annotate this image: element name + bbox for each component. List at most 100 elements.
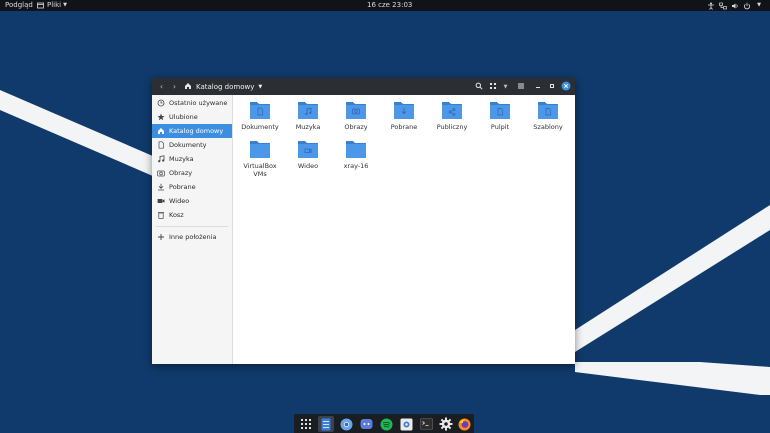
settings-gear-icon	[439, 417, 453, 431]
folder-label: Muzyka	[295, 123, 321, 131]
folder-item[interactable]: VirtualBox VMs	[236, 139, 284, 178]
music-icon	[157, 155, 165, 163]
search-button[interactable]	[472, 80, 485, 93]
folder-icon	[346, 141, 366, 158]
network-icon[interactable]	[718, 0, 728, 11]
clock-icon	[157, 99, 165, 107]
chevron-right-icon: ›	[172, 82, 177, 91]
folder-item[interactable]: Obrazy	[332, 100, 380, 131]
top-panel: Podgląd Pliki ▼ 16 cze 23:03 ▼	[0, 0, 770, 11]
terminal-icon	[419, 418, 433, 430]
sidebar-divider	[156, 226, 228, 227]
video-icon	[157, 197, 165, 205]
preview-label: Podgląd	[5, 1, 33, 9]
volume-icon[interactable]	[730, 0, 740, 11]
maximize-button[interactable]	[545, 80, 558, 93]
files-app-menu[interactable]: Pliki ▼	[35, 0, 67, 11]
header-bar: ‹ › Katalog domowy ▼ ▼	[152, 78, 575, 95]
sidebar-item-label: Wideo	[169, 197, 190, 205]
home-icon	[184, 82, 192, 92]
clock-label: 16 cze 23:03	[367, 1, 413, 9]
dock-app-firefox[interactable]	[456, 416, 472, 432]
close-button[interactable]	[559, 80, 572, 93]
firefox-icon	[458, 418, 470, 430]
sidebar-item-label: Ulubione	[169, 113, 198, 121]
tray-menu-arrow-icon[interactable]: ▼	[754, 0, 764, 11]
chevron-left-icon: ‹	[159, 82, 164, 91]
sidebar-item-home[interactable]: Katalog domowy	[152, 124, 232, 138]
search-icon	[475, 82, 483, 92]
folder-label: Wideo	[297, 162, 319, 170]
folder-label: Dokumenty	[241, 123, 279, 131]
file-manager-icon	[35, 0, 45, 11]
home-icon	[157, 127, 165, 135]
minimize-icon	[534, 82, 542, 92]
dock-app-spotify[interactable]	[378, 416, 394, 432]
path-bar[interactable]: Katalog domowy ▼	[184, 81, 262, 92]
sidebar-item-favorites[interactable]: Ulubione	[152, 110, 232, 124]
sidebar-item-recent[interactable]: Ostatnio używane	[152, 96, 232, 110]
dock-app-grid[interactable]	[298, 416, 314, 432]
back-button[interactable]: ‹	[155, 80, 168, 93]
path-dropdown-icon: ▼	[258, 83, 263, 90]
menu-arrow-icon: ▼	[63, 2, 67, 8]
dock-app-files[interactable]	[318, 416, 334, 432]
dock	[294, 414, 474, 433]
folder-music-icon	[298, 102, 318, 119]
folder-label: xray-16	[343, 162, 369, 170]
sidebar-item-label: Muzyka	[169, 155, 194, 163]
dock-app-browser[interactable]	[338, 416, 354, 432]
clock[interactable]: 16 cze 23:03	[367, 0, 412, 11]
files-menu-label: Pliki	[47, 1, 62, 9]
sidebar-item-documents[interactable]: Dokumenty	[152, 138, 232, 152]
plus-icon	[157, 233, 165, 241]
star-icon	[157, 113, 165, 121]
sidebar-item-label: Obrazy	[169, 169, 193, 177]
screenshot-tool-icon	[400, 418, 412, 430]
sidebar-item-label: Pobrane	[169, 183, 196, 191]
view-options-button[interactable]: ▼	[499, 80, 512, 93]
folder-item[interactable]: Wideo	[284, 139, 332, 170]
sidebar-item-music[interactable]: Muzyka	[152, 152, 232, 166]
download-icon	[157, 183, 165, 191]
folder-item[interactable]: Publiczny	[428, 100, 476, 131]
sidebar-item-label: Dokumenty	[169, 141, 207, 149]
dock-app-terminal[interactable]	[418, 416, 434, 432]
system-tray: ▼	[706, 0, 764, 11]
folder-item[interactable]: Pobrane	[380, 100, 428, 131]
folder-videos-icon	[298, 141, 318, 158]
folder-documents-icon	[250, 102, 270, 119]
folder-item[interactable]: Szablony	[524, 100, 572, 131]
sidebar-item-label: Katalog domowy	[169, 127, 224, 135]
forward-button[interactable]: ›	[168, 80, 181, 93]
path-label: Katalog domowy	[196, 82, 255, 91]
sidebar-item-other-locations[interactable]: Inne położenia	[152, 230, 232, 244]
spotify-icon	[380, 418, 392, 430]
dock-app-screenshot[interactable]	[398, 416, 414, 432]
folder-item[interactable]: xray-16	[332, 139, 380, 170]
sidebar-item-trash[interactable]: Kosz	[152, 208, 232, 222]
preview-menu[interactable]: Podgląd	[5, 0, 33, 11]
folder-icon	[250, 141, 270, 158]
minimize-button[interactable]	[531, 80, 544, 93]
close-icon	[561, 81, 571, 93]
file-view: Dokumenty Muzyka Obrazy Pobrane Publiczn…	[233, 95, 575, 364]
folder-label: Pulpit	[490, 123, 510, 131]
folder-downloads-icon	[394, 102, 414, 119]
sidebar-item-downloads[interactable]: Pobrane	[152, 180, 232, 194]
folder-item[interactable]: Dokumenty	[236, 100, 284, 131]
view-mode-button[interactable]	[486, 80, 499, 93]
dock-app-discord[interactable]	[358, 416, 374, 432]
folder-item[interactable]: Muzyka	[284, 100, 332, 131]
menu-button[interactable]	[514, 80, 527, 93]
hamburger-menu-icon	[517, 82, 525, 92]
sidebar-item-pictures[interactable]: Obrazy	[152, 166, 232, 180]
dock-app-settings[interactable]	[438, 416, 454, 432]
sidebar-item-label: Kosz	[169, 211, 184, 219]
power-icon[interactable]	[742, 0, 752, 11]
sidebar-item-videos[interactable]: Wideo	[152, 194, 232, 208]
grid-view-icon	[489, 82, 497, 92]
accessibility-icon[interactable]	[706, 0, 716, 11]
document-icon	[157, 141, 165, 149]
folder-item[interactable]: Pulpit	[476, 100, 524, 131]
